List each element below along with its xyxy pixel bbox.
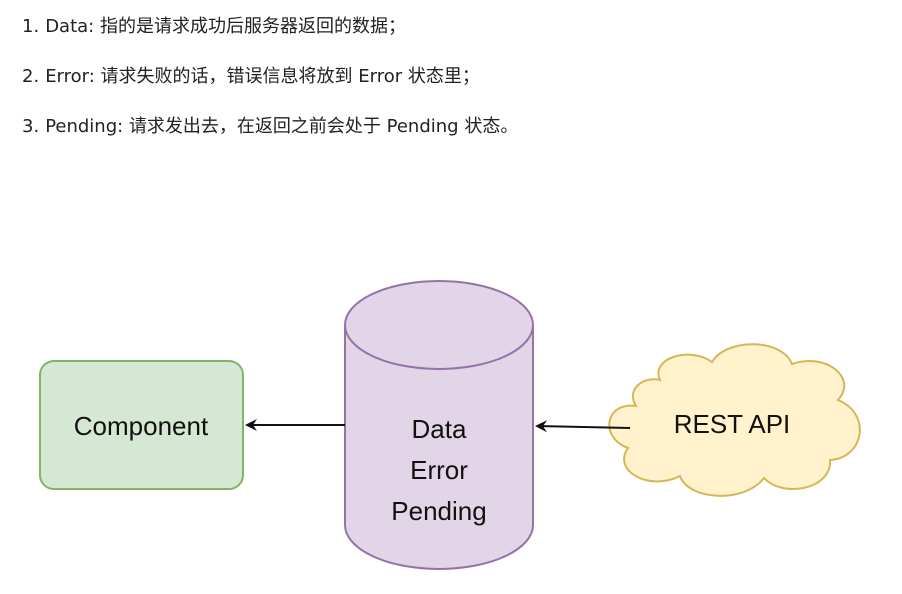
flow-diagram: Component Data Error Pending REST API [39,280,861,570]
store-line-error: Error [410,455,468,485]
store-line-data: Data [412,414,467,444]
store-line-pending: Pending [391,496,486,526]
component-label: Component [74,411,209,441]
store-cylinder: Data Error Pending [344,280,534,570]
cylinder-top [344,280,534,370]
api-label: REST API [674,409,791,439]
api-node: REST API [608,343,861,497]
component-node: Component [39,360,244,490]
